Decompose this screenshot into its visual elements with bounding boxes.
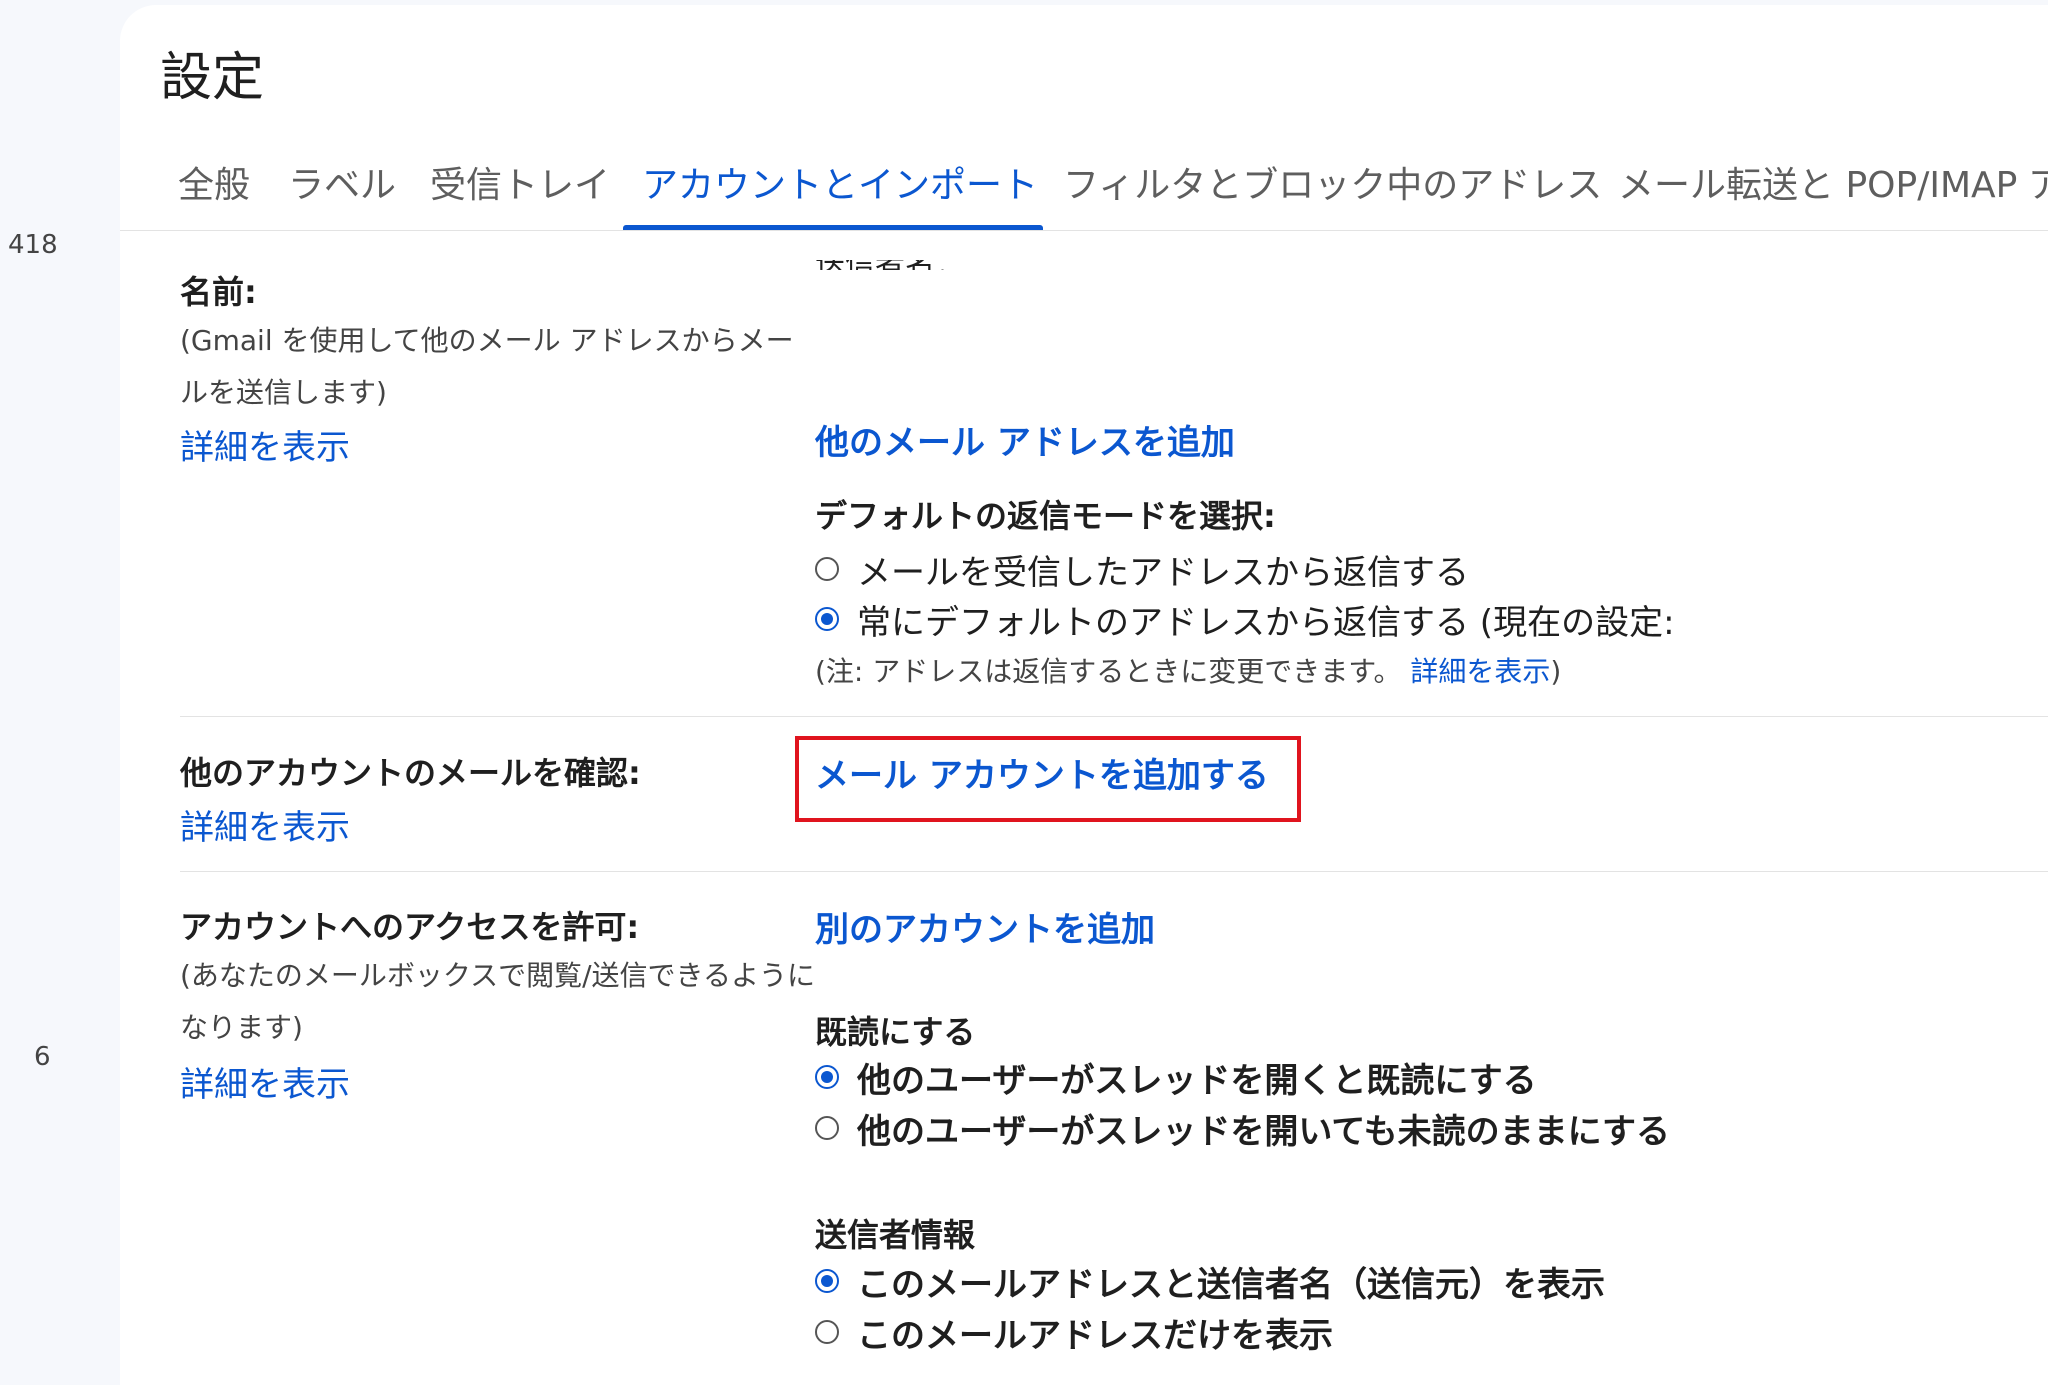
radio-mark-read[interactable]	[815, 1065, 839, 1089]
add-other-address-link[interactable]: 他のメール アドレスを追加	[815, 415, 1235, 464]
active-tab-indicator	[623, 225, 1043, 230]
tab-next-cutoff[interactable]: ア	[2028, 156, 2048, 208]
mark-read-heading: 既読にする	[815, 1013, 976, 1051]
name-more-link[interactable]: 詳細を表示	[180, 420, 350, 469]
read-option-keep-unread-label: 他のユーザーがスレッドを開いても未読のままにする	[857, 1111, 1670, 1152]
radio-show-address-and-name[interactable]	[815, 1269, 839, 1293]
add-other-account-link[interactable]: 別のアカウントを追加	[815, 902, 1155, 951]
grant-access-more-link[interactable]: 詳細を表示	[180, 1057, 350, 1106]
check-mail-more-link[interactable]: 詳細を表示	[180, 800, 350, 849]
reply-note-suffix: )	[1550, 655, 1562, 688]
sender-option-name-row[interactable]: このメールアドレスと送信者名（送信元）を表示	[815, 1261, 1605, 1305]
grant-access-section-desc: (あなたのメールボックスで閲覧/送信できるようになります)	[180, 959, 815, 1044]
read-option-keep-unread-row[interactable]: 他のユーザーがスレッドを開いても未読のままにする	[815, 1108, 1670, 1152]
sender-option-name-label: このメールアドレスと送信者名（送信元）を表示	[857, 1264, 1605, 1305]
radio-reply-default[interactable]	[815, 607, 839, 631]
read-option-mark-label: 他のユーザーがスレッドを開くと既読にする	[857, 1060, 1537, 1101]
reply-note: (注: アドレスは返信するときに変更できます。 詳細を表示)	[815, 650, 1561, 690]
name-section-title: 名前:	[180, 273, 257, 311]
sender-info-heading: 送信者情報	[815, 1216, 976, 1254]
tab-accounts-import[interactable]: アカウントとインポート	[642, 156, 1038, 208]
read-option-mark-row[interactable]: 他のユーザーがスレッドを開くと既読にする	[815, 1057, 1537, 1101]
section-divider	[180, 871, 2048, 872]
check-mail-section-title: 他のアカウントのメールを確認:	[180, 754, 641, 792]
reply-option-default-label: 常にデフォルトのアドレスから返信する (現在の設定:	[857, 602, 1675, 643]
reply-option-received-row[interactable]: メールを受信したアドレスから返信する	[815, 549, 1469, 593]
cut-off-text: 送信者名：	[815, 260, 1115, 270]
section-divider	[180, 716, 2048, 717]
reply-option-received-label: メールを受信したアドレスから返信する	[857, 552, 1469, 593]
name-section-desc: (Gmail を使用して他のメール アドレスからメールを送信します)	[180, 324, 794, 409]
inbox-count: 418	[8, 230, 58, 260]
settings-tabs: 全般 ラベル 受信トレイ アカウントとインポート フィルタとブロック中のアドレス…	[120, 130, 2048, 231]
reply-note-text: (注: アドレスは返信するときに変更できます。	[815, 655, 1402, 688]
grant-access-section-title: アカウントへのアクセスを許可:	[180, 908, 640, 946]
tab-labels[interactable]: ラベル	[288, 156, 396, 208]
tab-filters-blocked[interactable]: フィルタとブロック中のアドレス	[1063, 156, 1602, 208]
radio-keep-unread[interactable]	[815, 1116, 839, 1140]
radio-show-address-only[interactable]	[815, 1320, 839, 1344]
tab-inbox[interactable]: 受信トレイ	[430, 156, 610, 208]
tab-general[interactable]: 全般	[178, 156, 250, 208]
reply-note-more-link[interactable]: 詳細を表示	[1410, 655, 1550, 688]
reply-option-default-row[interactable]: 常にデフォルトのアドレスから返信する (現在の設定:	[815, 599, 1675, 643]
sender-option-address-only-label: このメールアドレスだけを表示	[857, 1315, 1333, 1356]
page-title: 設定	[160, 48, 265, 108]
settings-panel: 設定 全般 ラベル 受信トレイ アカウントとインポート フィルタとブロック中のア…	[120, 5, 2048, 1385]
highlight-box	[795, 736, 1301, 822]
reply-mode-heading: デフォルトの返信モードを選択:	[815, 497, 1276, 535]
radio-reply-received[interactable]	[815, 557, 839, 581]
other-count: 6	[34, 1042, 51, 1072]
tab-forwarding-pop-imap[interactable]: メール転送と POP/IMAP	[1618, 156, 2017, 208]
sender-option-address-only-row[interactable]: このメールアドレスだけを表示	[815, 1312, 1333, 1356]
left-rail: 418 6	[0, 0, 120, 1365]
